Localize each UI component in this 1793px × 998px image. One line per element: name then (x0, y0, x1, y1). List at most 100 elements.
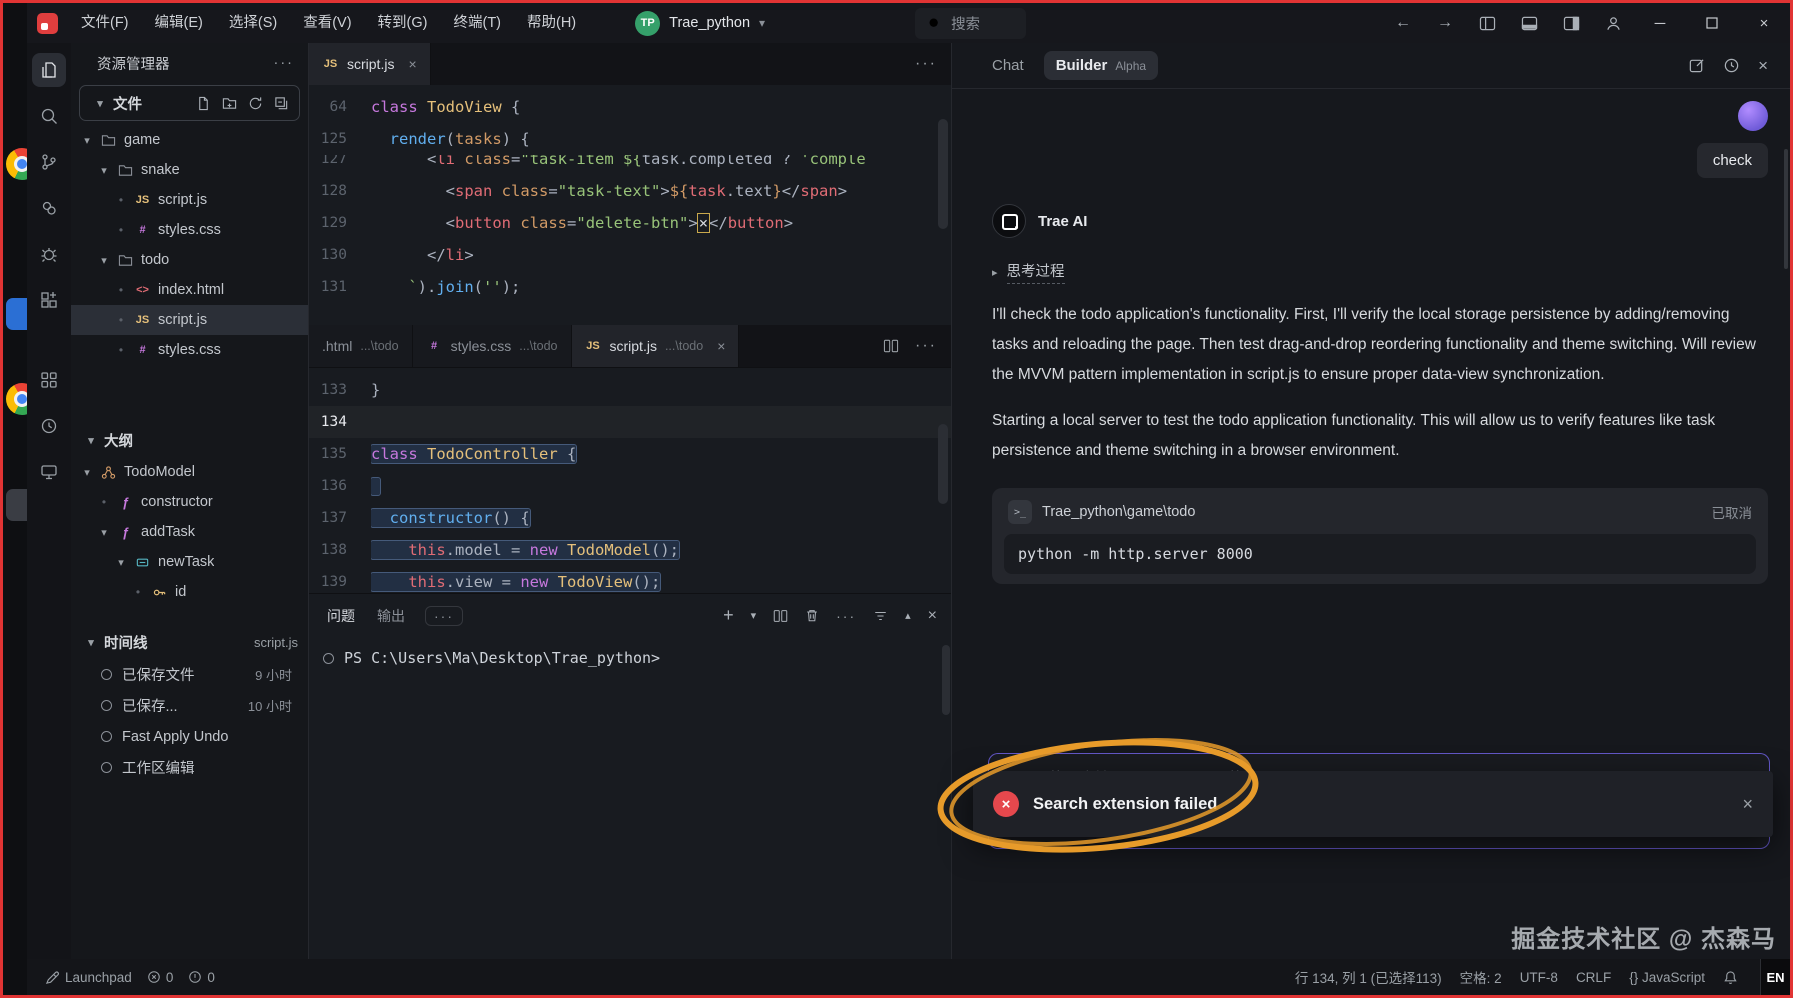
code-line-134[interactable]: 134 (309, 406, 951, 438)
history-icon[interactable] (1723, 57, 1740, 74)
code-editor-bottom[interactable]: 133}134135class TodoController {136137 c… (309, 367, 951, 593)
history-clock-icon[interactable] (32, 409, 66, 443)
ime-indicator[interactable]: EN (1760, 959, 1790, 995)
timeline-section-header[interactable]: ▾ 时间线 script.js (71, 625, 308, 659)
tree-item-todo[interactable]: ▾todo (71, 245, 308, 275)
code-line-64[interactable]: 64class TodoView { (309, 91, 951, 123)
explorer-icon[interactable] (32, 53, 66, 87)
panel-more-actions-icon[interactable]: ··· (836, 608, 856, 624)
filter-settings-icon[interactable] (873, 609, 888, 623)
project-switcher[interactable]: TP Trae_python ▾ (635, 11, 765, 36)
tree-item-script-js[interactable]: •JSscript.js (71, 185, 308, 215)
chevron-down-icon[interactable]: ▾ (81, 134, 93, 147)
code-line-139[interactable]: 139 this.view = new TodoView(); (309, 566, 951, 592)
account-icon[interactable] (1592, 3, 1634, 43)
status-item[interactable]: {} JavaScript (1629, 970, 1705, 985)
menu-item[interactable]: 终端(T) (440, 3, 514, 43)
desktop-app-icon[interactable] (6, 489, 27, 521)
tree-item-TodoModel[interactable]: ▾TodoModel (71, 457, 308, 487)
tree-item-newTask[interactable]: ▾newTask (71, 547, 308, 577)
panel-tab-输出[interactable]: 输出 (377, 606, 405, 626)
scrollbar-thumb[interactable] (1784, 149, 1788, 269)
terminal-view[interactable]: PS C:\Users\Ma\Desktop\Trae_python> (309, 637, 951, 959)
panel-more-tabs-icon[interactable]: ··· (425, 606, 463, 626)
close-tab-icon[interactable]: × (717, 338, 725, 354)
menu-item[interactable]: 选择(S) (216, 3, 290, 43)
chevron-down-icon[interactable]: ▾ (115, 556, 127, 569)
chevron-down-icon[interactable]: ▾ (98, 526, 110, 539)
tree-item-script-js[interactable]: •JSscript.js (71, 305, 308, 335)
split-terminal-icon[interactable] (773, 609, 788, 623)
code-line-136[interactable]: 136 (309, 470, 951, 502)
tree-item-addTask[interactable]: ▾ƒaddTask (71, 517, 308, 547)
chevron-down-icon[interactable]: ▾ (98, 164, 110, 177)
code-line-135[interactable]: 135class TodoController { (309, 438, 951, 470)
error-count[interactable]: 0 (147, 970, 174, 985)
menu-item[interactable]: 查看(V) (290, 3, 364, 43)
code-line-133[interactable]: 133} (309, 374, 951, 406)
menu-item[interactable]: 文件(F) (68, 3, 142, 43)
panel-tab-问题[interactable]: 问题 (327, 606, 355, 626)
global-search[interactable]: 搜索 (915, 8, 1026, 39)
toggle-sidebar-button[interactable] (1466, 3, 1508, 43)
status-item[interactable]: 行 134, 列 1 (已选择113) (1295, 967, 1442, 987)
trash-icon[interactable] (805, 608, 819, 623)
close-toast-icon[interactable]: × (1742, 794, 1753, 815)
split-editor-icon[interactable] (883, 339, 899, 353)
user-avatar[interactable] (1738, 101, 1768, 131)
status-item[interactable]: UTF-8 (1520, 970, 1558, 985)
code-line-130[interactable]: 130 </li> (309, 239, 951, 271)
new-file-icon[interactable] (196, 96, 211, 111)
search-icon[interactable] (32, 99, 66, 133)
tab-builder[interactable]: Builder Alpha (1044, 51, 1158, 80)
launchpad-button[interactable]: Launchpad (45, 970, 132, 985)
close-chat-icon[interactable]: × (1758, 56, 1768, 76)
tree-item-game[interactable]: ▾game (71, 125, 308, 155)
command-text[interactable]: python -m http.server 8000 (1004, 534, 1756, 574)
editor-more-actions-icon[interactable]: ··· (915, 55, 937, 73)
editor-more-actions-icon[interactable]: ··· (915, 337, 937, 355)
code-line-125[interactable]: 125 render(tasks) { (309, 123, 951, 155)
menu-item[interactable]: 转到(G) (365, 3, 441, 43)
toggle-secondary-sidebar-button[interactable] (1550, 3, 1592, 43)
chevron-down-icon[interactable]: ▾ (81, 466, 93, 479)
editor-tab--html[interactable]: .html...\todo (309, 325, 413, 367)
close-panel-icon[interactable]: × (928, 607, 937, 625)
code-line-129[interactable]: 129 <button class="delete-btn">×</button… (309, 207, 951, 239)
chrome-browser-icon[interactable] (6, 148, 27, 180)
code-editor-top[interactable]: 64class TodoView {125 render(tasks) {127… (309, 85, 951, 325)
status-item[interactable]: 空格: 2 (1460, 967, 1502, 987)
tree-item-styles-css[interactable]: •#styles.css (71, 335, 308, 365)
remote-link-icon[interactable] (32, 191, 66, 225)
minimize-button[interactable]: ─ (1634, 3, 1686, 43)
scrollbar-thumb[interactable] (938, 424, 948, 504)
apps-grid-icon[interactable] (32, 363, 66, 397)
editor-tab-script-js[interactable]: JSscript.js...\todo× (572, 325, 740, 367)
tree-item-snake[interactable]: ▾snake (71, 155, 308, 185)
status-item[interactable]: CRLF (1576, 970, 1611, 985)
outline-section-header[interactable]: ▾ 大纲 (71, 423, 308, 457)
refresh-icon[interactable] (248, 96, 263, 111)
code-line-138[interactable]: 138 this.model = new TodoModel(); (309, 534, 951, 566)
back-button[interactable]: ← (1382, 3, 1424, 43)
notifications-bell-icon[interactable] (1723, 970, 1738, 985)
timeline-item[interactable]: 工作区编辑 (71, 752, 308, 783)
new-chat-icon[interactable] (1688, 57, 1705, 74)
tree-item-index-html[interactable]: •<>index.html (71, 275, 308, 305)
toggle-panel-button[interactable] (1508, 3, 1550, 43)
files-section-header[interactable]: ▾ 文件 (79, 85, 300, 121)
maximize-panel-icon[interactable]: ▴ (905, 609, 911, 622)
code-line-128[interactable]: 128 <span class="task-text">${task.text}… (309, 175, 951, 207)
menu-item[interactable]: 帮助(H) (514, 3, 589, 43)
close-tab-icon[interactable]: × (408, 56, 416, 72)
source-control-icon[interactable] (32, 145, 66, 179)
warning-count[interactable]: 0 (188, 970, 215, 985)
tree-item-id[interactable]: •id (71, 577, 308, 607)
maximize-button[interactable] (1686, 3, 1738, 43)
more-actions-icon[interactable]: ··· (274, 55, 295, 71)
new-folder-icon[interactable] (222, 96, 237, 111)
scrollbar-thumb[interactable] (942, 645, 950, 715)
collapse-all-icon[interactable] (274, 96, 289, 111)
remote-window-icon[interactable] (32, 455, 66, 489)
desktop-app-icon[interactable] (6, 298, 27, 330)
